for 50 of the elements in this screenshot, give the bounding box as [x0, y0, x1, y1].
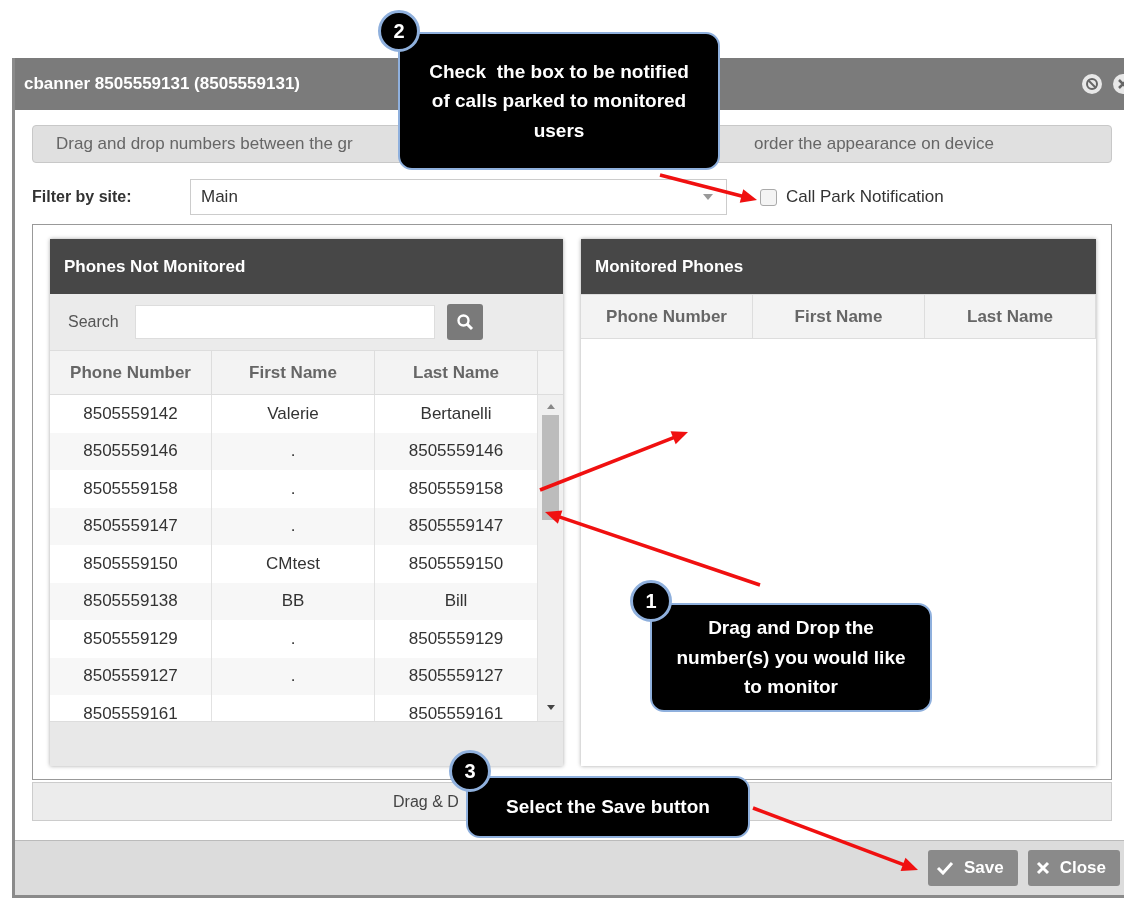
filter-label: Filter by site:	[32, 188, 133, 206]
table-cell: 8505559127	[50, 657, 212, 695]
close-button[interactable]: Close	[1027, 850, 1120, 886]
scroll-down-icon[interactable]	[545, 705, 556, 711]
table-cell: .	[212, 432, 375, 470]
table-cell: Valerie	[212, 395, 375, 433]
scroll-up-icon[interactable]	[545, 403, 556, 409]
search-field[interactable]	[135, 305, 435, 339]
search-icon	[456, 313, 474, 331]
checkbox-label: Call Park Notification	[786, 187, 944, 207]
checkmark-icon	[936, 861, 954, 875]
column-header[interactable]: First Name	[212, 351, 375, 394]
step-number: 2	[378, 10, 420, 52]
table-cell: .	[212, 507, 375, 545]
table-cell: .	[212, 620, 375, 658]
table-cell: 8505559146	[50, 432, 212, 470]
window-title: cbanner 8505559131 (8505559131)	[24, 74, 300, 94]
callout-text: Select the Save button	[506, 795, 710, 820]
column-header[interactable]: Phone Number	[581, 295, 753, 338]
table-cell: BB	[212, 582, 375, 620]
search-button[interactable]	[447, 304, 483, 340]
column-header[interactable]: First Name	[753, 295, 925, 338]
callout-text: Check the box to be notified of calls parked to monitored users	[428, 59, 690, 143]
table-cell: 8505559142	[50, 395, 212, 433]
scrollbar[interactable]	[538, 395, 563, 721]
save-button[interactable]: Save	[928, 850, 1018, 886]
table-cell: .	[212, 657, 375, 695]
instruction-text: order the appearance on device	[753, 134, 994, 154]
table-cell: 8505559147	[50, 507, 212, 545]
scroll-thumb[interactable]	[542, 415, 559, 520]
search-label: Search	[68, 313, 120, 331]
caret-icon	[702, 193, 714, 201]
table-cell: 8505559129	[50, 620, 212, 658]
site-dropdown[interactable]: Main	[190, 179, 727, 215]
close-icon	[1035, 861, 1050, 875]
panel-title: Phones Not Monitored	[64, 256, 246, 277]
column-header[interactable]: Last Name	[925, 295, 1096, 338]
table-cell: 8505559158	[50, 470, 212, 508]
table-cell: .	[212, 470, 375, 508]
hint-text: Drag & D	[393, 792, 459, 811]
panel-title: Monitored Phones	[595, 256, 744, 277]
minimize-icon[interactable]	[1081, 73, 1103, 95]
table-cell: 8505559150	[50, 545, 212, 583]
checkbox[interactable]	[760, 188, 777, 206]
table-cell: 8505559138	[50, 582, 212, 620]
column-header[interactable]: Phone Number	[50, 351, 212, 394]
column-header[interactable]: Last Name	[375, 351, 538, 394]
callout-text: Drag and Drop the number(s) you would like to monitor	[675, 616, 907, 700]
instruction-text: Drag and drop numbers between the gr	[56, 134, 353, 154]
table-cell: CMtest	[212, 545, 375, 583]
